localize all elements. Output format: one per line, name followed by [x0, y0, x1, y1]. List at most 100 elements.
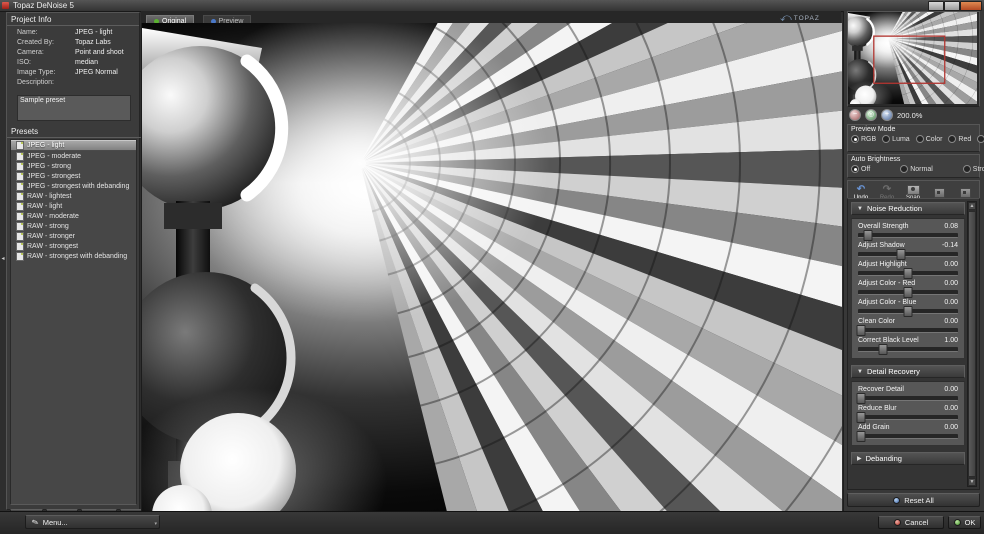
section-header-debanding[interactable]: ▶ Debanding: [851, 452, 965, 465]
preset-item[interactable]: JPEG - light: [11, 140, 136, 151]
slider-value: 0.00: [944, 261, 958, 269]
menu-corner-arrow-icon: ▾: [154, 521, 157, 527]
slider-handle[interactable]: [904, 287, 913, 298]
zoom-fit-icon[interactable]: ◎: [865, 109, 877, 121]
preset-label: RAW - strongest with debanding: [27, 253, 127, 260]
expand-triangle-icon: ▶: [857, 455, 862, 462]
preview-mode-radio[interactable]: RGB: [851, 135, 876, 143]
project-info-title: Project Info: [7, 13, 139, 26]
preset-label: JPEG - strongest: [27, 173, 80, 180]
redo-icon: ↷: [883, 185, 891, 195]
auto-brightness-radio[interactable]: Strong: [963, 165, 984, 173]
slider-track[interactable]: [858, 396, 958, 401]
slider-track[interactable]: [858, 328, 958, 333]
preview-mode-radio[interactable]: Luma: [882, 135, 910, 143]
preset-file-icon: [16, 141, 24, 150]
image-preview-canvas[interactable]: [141, 23, 841, 511]
zoom-level: 200.0%: [897, 111, 922, 120]
collapse-triangle-icon: ▼: [857, 369, 863, 375]
app-icon: [2, 2, 9, 9]
preview-mode-radio[interactable]: Color: [916, 135, 943, 143]
preset-label: JPEG - moderate: [27, 153, 81, 160]
preset-item[interactable]: RAW - stronger: [11, 231, 136, 241]
preset-label: JPEG - strong: [27, 163, 71, 170]
slider-row: Overall Strength 0.08: [858, 223, 958, 238]
scroll-down-icon[interactable]: ▼: [968, 478, 976, 486]
slider-handle[interactable]: [879, 344, 888, 355]
zoom-in-icon[interactable]: +: [881, 109, 893, 121]
scroll-thumb[interactable]: [968, 211, 976, 477]
preset-item[interactable]: JPEG - strongest with debanding: [11, 181, 136, 191]
cancel-icon: [894, 519, 901, 526]
slider-track[interactable]: [858, 290, 958, 295]
preset-file-icon: [16, 212, 24, 221]
slider-handle[interactable]: [864, 230, 873, 241]
slider-track[interactable]: [858, 347, 958, 352]
slider-value: 0.00: [944, 318, 958, 326]
slider-track[interactable]: [858, 252, 958, 257]
minimize-button[interactable]: [928, 1, 944, 11]
radio-icon: [963, 165, 971, 173]
slider-track[interactable]: [858, 233, 958, 238]
collapse-left-panel-arrow[interactable]: ◂: [0, 254, 6, 264]
auto-brightness-radio[interactable]: Off: [851, 165, 870, 173]
navigator-thumbnail[interactable]: [847, 11, 980, 107]
ok-button[interactable]: OK: [948, 516, 981, 529]
section-header-detail-recovery[interactable]: ▼ Detail Recovery: [851, 365, 965, 378]
preset-item[interactable]: JPEG - strongest: [11, 171, 136, 181]
slider-handle[interactable]: [904, 268, 913, 279]
slider-track[interactable]: [858, 434, 958, 439]
scroll-up-icon[interactable]: ▲: [968, 202, 976, 210]
field-value: Point and shoot: [75, 49, 137, 57]
preset-file-icon: [16, 192, 24, 201]
preview-mode-radio[interactable]: Blue: [977, 135, 984, 143]
settings-scrollbar[interactable]: ▲ ▼: [967, 201, 977, 487]
slider-value: 0.00: [944, 424, 958, 432]
radio-icon: [851, 135, 859, 143]
auto-brightness-radio[interactable]: Normal: [900, 165, 933, 173]
slider-handle[interactable]: [857, 393, 866, 404]
slider-row: Adjust Shadow -0.14: [858, 242, 958, 257]
preset-item[interactable]: JPEG - moderate: [11, 151, 136, 161]
slider-track[interactable]: [858, 415, 958, 420]
preset-file-icon: [16, 162, 24, 171]
preset-item[interactable]: JPEG - strong: [11, 161, 136, 171]
section-header-noise-reduction[interactable]: ▼ Noise Reduction: [851, 202, 965, 215]
preset-item[interactable]: RAW - strong: [11, 221, 136, 231]
preset-item[interactable]: RAW - light: [11, 201, 136, 211]
zoom-out-icon[interactable]: −: [849, 109, 861, 121]
slider-track[interactable]: [858, 271, 958, 276]
presets-title: Presets: [7, 125, 143, 138]
preset-item[interactable]: RAW - strongest with debanding: [11, 251, 136, 261]
slider-handle[interactable]: [857, 325, 866, 336]
menu-button[interactable]: ✎ Menu... ▾: [25, 515, 160, 529]
preset-label: RAW - strong: [27, 223, 69, 230]
preset-item[interactable]: RAW - lightest: [11, 191, 136, 201]
preset-list[interactable]: JPEG - light JPEG - moderate JPEG - stro…: [10, 139, 137, 505]
maximize-button[interactable]: [944, 1, 960, 11]
preview-mode-radio[interactable]: Red: [948, 135, 971, 143]
slider-track[interactable]: [858, 309, 958, 314]
slider-value: 0.00: [944, 405, 958, 413]
close-button[interactable]: [960, 1, 982, 11]
slider-row: Clean Color 0.00: [858, 318, 958, 333]
preset-file-icon: [16, 182, 24, 191]
slider-handle[interactable]: [857, 412, 866, 423]
reset-all-button[interactable]: Reset All: [847, 493, 980, 507]
preset-label: RAW - moderate: [27, 213, 79, 220]
preset-file-icon: [16, 252, 24, 261]
field-label: Name:: [17, 29, 75, 37]
cancel-button[interactable]: Cancel: [878, 516, 944, 529]
slider-row: Correct Black Level 1.00: [858, 337, 958, 352]
slider-handle[interactable]: [897, 249, 906, 260]
field-value: median: [75, 59, 137, 67]
slider-value: -0.14: [942, 242, 958, 250]
preset-item[interactable]: RAW - moderate: [11, 211, 136, 221]
slider-handle[interactable]: [857, 431, 866, 442]
slider-handle[interactable]: [904, 306, 913, 317]
field-label: Image Type:: [17, 69, 75, 77]
preset-item[interactable]: RAW - strongest: [11, 241, 136, 251]
description-box[interactable]: Sample preset: [17, 95, 131, 121]
radio-icon: [851, 165, 859, 173]
field-label: Created By:: [17, 39, 75, 47]
